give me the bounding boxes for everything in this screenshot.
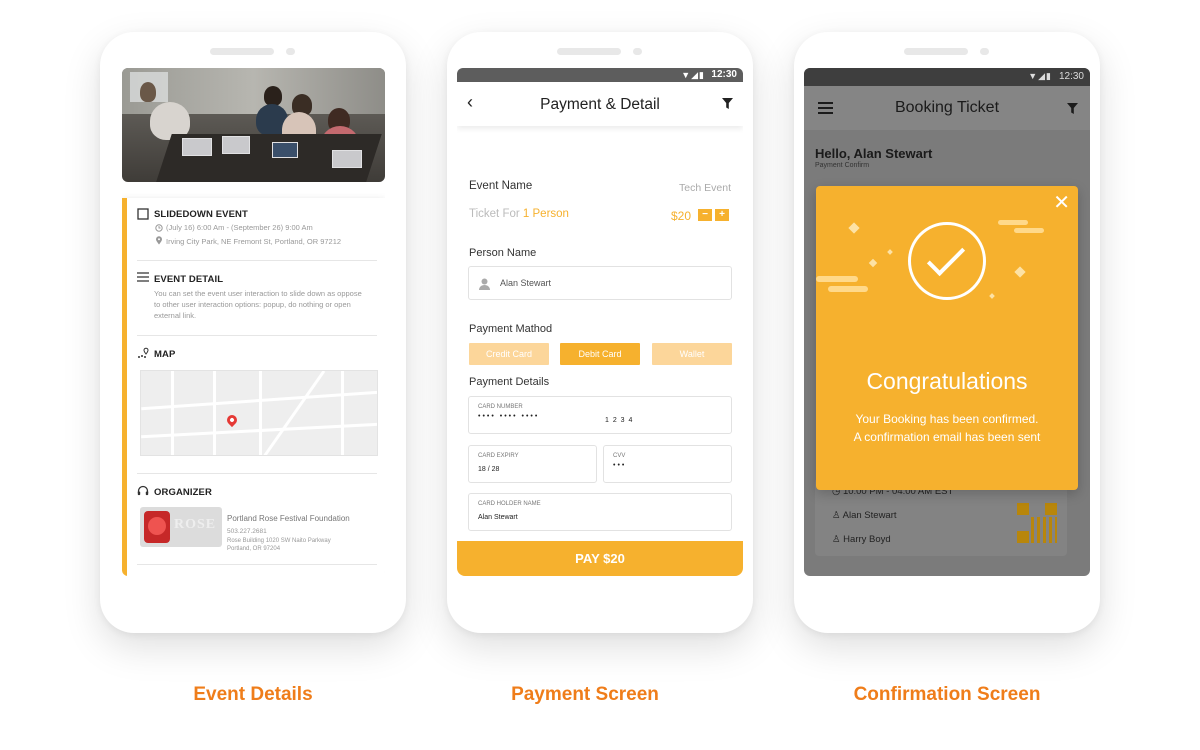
qr-code — [1017, 503, 1057, 543]
status-time: 12:30 — [1058, 71, 1084, 82]
card-expiry-value: 18 / 28 — [478, 466, 500, 473]
event-details-screen: SLIDEDOWN EVENT (July 16) 6:00 Am - (Sep… — [122, 68, 385, 576]
confirmation-screen: ▼◢▮ 12:30 Booking Ticket Hello, Alan Ste… — [804, 68, 1090, 576]
cvv-label: CVV — [613, 453, 626, 459]
ticket-attendee-1: ♙ Alan Stewart — [832, 510, 897, 521]
ticket-price: $20 — [671, 209, 692, 223]
menu-lines-icon — [137, 272, 149, 285]
map-title: MAP — [154, 349, 176, 360]
cvv-value: ••• — [613, 462, 627, 469]
organizer-address-1: Rose Building 1020 SW Naito Parkway — [227, 538, 331, 544]
ticket-for-label: Ticket For 1 Person — [469, 208, 569, 220]
person-icon: ♙ — [832, 510, 841, 521]
organizer-address-2: Portland, OR 97204 — [227, 546, 281, 552]
rose-logo-icon — [144, 511, 170, 543]
check-circle-icon — [908, 222, 986, 300]
page-title: Booking Ticket — [894, 99, 1000, 116]
person-icon: ♙ — [832, 534, 841, 545]
status-bar: ▼◢▮ 12:30 — [457, 68, 743, 82]
card-expiry-label: CARD EXPIRY — [478, 453, 519, 459]
signal-battery-icon: ▼◢▮ — [681, 70, 705, 80]
clock-icon — [155, 223, 163, 235]
phone-speaker — [904, 48, 968, 55]
person-name-value: Alan Stewart — [500, 278, 552, 288]
event-address: Irving City Park, NE Fremont St, Portlan… — [166, 237, 342, 246]
greeting-subtitle: Payment Confirm — [815, 162, 870, 169]
credit-card-option[interactable]: Credit Card — [469, 343, 549, 365]
event-detail-description: You can set the event user interaction t… — [154, 289, 362, 320]
card-number-label: CARD NUMBER — [478, 404, 523, 410]
payment-screen: ▼◢▮ 12:30 ‹ Payment & Detail Event Name … — [457, 68, 743, 576]
phone-camera — [286, 48, 295, 55]
confirmation-modal: ✕ Congratulations Your Booking has been … — [816, 186, 1078, 490]
event-map[interactable] — [140, 370, 378, 456]
status-bar: ▼◢▮ 12:30 — [804, 68, 1090, 86]
filter-icon[interactable] — [722, 96, 733, 114]
divider — [137, 260, 377, 261]
filter-icon[interactable] — [1067, 101, 1078, 119]
card-number-last: 1 2 3 4 — [605, 417, 634, 424]
app-bar: ‹ Payment & Detail — [457, 82, 743, 126]
organizer-name: Portland Rose Festival Foundation — [227, 514, 350, 523]
payment-details-label: Payment Details — [469, 376, 550, 388]
user-icon — [479, 277, 490, 295]
card-holder-label: CARD HOLDER NAME — [478, 501, 541, 507]
phone-speaker — [210, 48, 274, 55]
modal-message-1: Your Booking has been confirmed. — [855, 412, 1039, 426]
organizer-phone: 503.227.2681 — [227, 528, 267, 535]
event-name-value: Tech Event — [679, 182, 731, 194]
card-expiry-field[interactable]: CARD EXPIRY 18 / 28 — [468, 445, 597, 483]
card-number-field[interactable]: CARD NUMBER •••• •••• •••• 1 2 3 4 — [468, 396, 732, 434]
modal-message-2: A confirmation email has been sent — [853, 430, 1041, 444]
signal-battery-icon: ▼◢▮ — [1028, 71, 1052, 81]
location-pin-icon — [155, 236, 163, 248]
phone-confirmation: ▼◢▮ 12:30 Booking Ticket Hello, Alan Ste… — [794, 32, 1100, 633]
event-detail-card: SLIDEDOWN EVENT (July 16) 6:00 Am - (Sep… — [122, 198, 385, 576]
organizer-logo: ROSE — [140, 507, 222, 547]
divider — [137, 335, 377, 336]
person-name-field[interactable]: Alan Stewart — [468, 266, 732, 300]
cvv-field[interactable]: CVV ••• — [603, 445, 732, 483]
map-marker-icon[interactable] — [224, 412, 240, 428]
status-time: 12:30 — [711, 69, 737, 80]
phone-payment: ▼◢▮ 12:30 ‹ Payment & Detail Event Name … — [447, 32, 753, 633]
divider — [137, 473, 377, 474]
caption-confirmation: Confirmation Screen — [853, 684, 1041, 705]
card-holder-value: Alan Stewart — [478, 514, 518, 521]
modal-title: Congratulations — [866, 368, 1028, 394]
event-name-label: Event Name — [469, 180, 533, 192]
app-bar: Booking Ticket — [804, 86, 1090, 130]
pay-button[interactable]: PAY $20 — [457, 541, 743, 576]
ticket-for-value: 1 Person — [522, 208, 569, 220]
map-pin-icon — [137, 347, 151, 362]
phone-camera — [633, 48, 642, 55]
card-number-masked: •••• •••• •••• — [478, 413, 540, 420]
wallet-option[interactable]: Wallet — [652, 343, 732, 365]
ticket-attendee-2: ♙ Harry Boyd — [832, 534, 891, 545]
checkbox-icon[interactable] — [137, 208, 149, 223]
event-detail-title: EVENT DETAIL — [154, 274, 224, 285]
page-title: Payment & Detail — [540, 96, 660, 113]
organizer-title: ORGANIZER — [154, 487, 212, 498]
greeting: Hello, Alan Stewart — [815, 146, 933, 161]
person-name-label: Person Name — [469, 247, 537, 259]
divider — [137, 564, 377, 565]
decrease-button[interactable]: − — [698, 209, 712, 221]
card-holder-field[interactable]: CARD HOLDER NAME Alan Stewart — [468, 493, 732, 531]
phone-event-details: SLIDEDOWN EVENT (July 16) 6:00 Am - (Sep… — [100, 32, 406, 633]
event-title: SLIDEDOWN EVENT — [154, 209, 248, 220]
increase-button[interactable]: + — [715, 209, 729, 221]
phone-camera — [980, 48, 989, 55]
event-datetime: (July 16) 6:00 Am - (September 26) 9:00 … — [166, 223, 313, 232]
payment-method-label: Payment Mathod — [469, 323, 553, 335]
event-photo — [122, 68, 385, 182]
close-icon[interactable]: ✕ — [1053, 190, 1070, 215]
debit-card-option[interactable]: Debit Card — [560, 343, 640, 365]
headphones-icon — [137, 485, 149, 499]
caption-event-details: Event Details — [193, 684, 313, 705]
phone-speaker — [557, 48, 621, 55]
caption-payment: Payment Screen — [511, 684, 659, 705]
